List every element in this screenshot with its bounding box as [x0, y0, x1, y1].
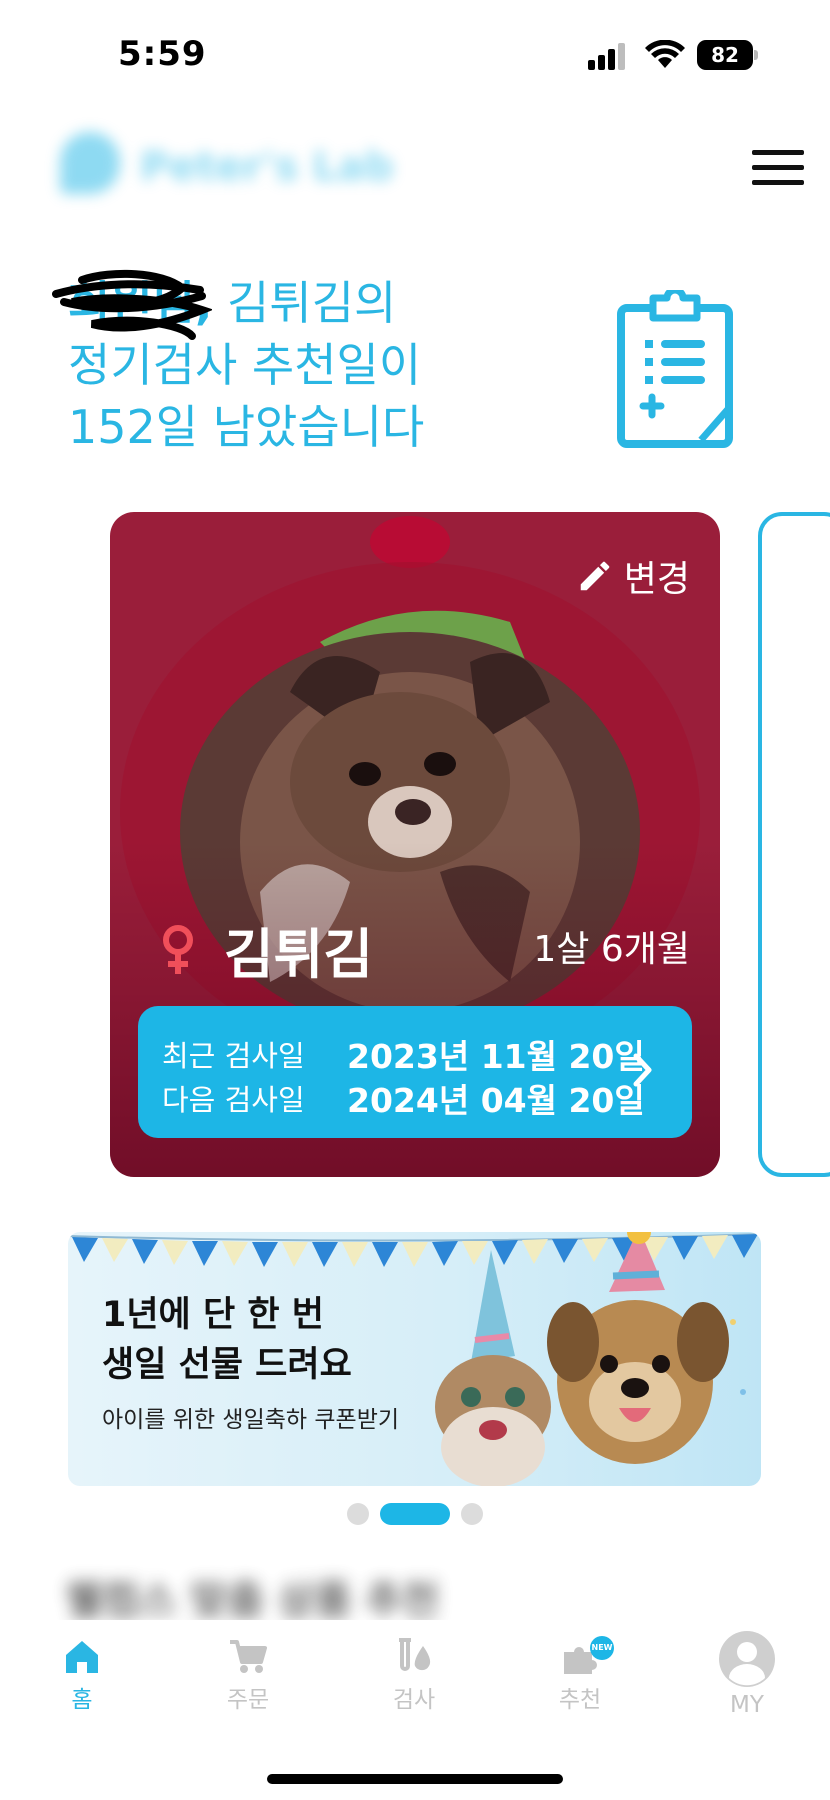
- pet-name: 김튀김: [224, 923, 374, 986]
- nav-test[interactable]: 검사: [354, 1638, 474, 1714]
- brand-name: Peter's Lab: [140, 144, 394, 190]
- pager-dot[interactable]: [461, 1503, 483, 1525]
- cart-icon: [230, 1640, 267, 1673]
- home-icon: [66, 1641, 98, 1673]
- next-exam-date: 2024년 04월 20일: [347, 1081, 645, 1120]
- nav-label-test: 검사: [392, 1687, 436, 1713]
- pet-age: 1살 6개월: [533, 929, 690, 970]
- edit-button[interactable]: 변경: [576, 550, 690, 602]
- brand-logo[interactable]: Peter's Lab: [60, 128, 400, 198]
- test-tube-icon: [399, 1638, 431, 1671]
- banner-subtitle: 아이를 위한 생일축하 쿠폰받기: [102, 1407, 400, 1433]
- nav-recommend[interactable]: NEW 추천: [520, 1636, 640, 1714]
- pager-dot-active[interactable]: [380, 1503, 450, 1525]
- banner-title-line2: 생일 선물 드려요: [102, 1345, 352, 1385]
- chevron-right-icon: [633, 1053, 652, 1087]
- cat-and-dog-party-illustration: [435, 1232, 746, 1486]
- wifi-icon: [645, 40, 685, 68]
- profile-icon: [719, 1631, 775, 1687]
- birthday-coupon-banner[interactable]: 1년에 단 한 번 생일 선물 드려요 아이를 위한 생일축하 쿠폰받기: [68, 1232, 761, 1486]
- next-exam-label: 다음 검사일: [162, 1083, 305, 1117]
- pet-card[interactable]: 변경 김튀김 1살 6개월 최근 검사일 2023년 11월 20일 다음 검사…: [110, 512, 720, 1177]
- new-badge: NEW: [590, 1636, 614, 1660]
- nav-order[interactable]: 주문: [188, 1638, 308, 1714]
- status-bar: 5:59 82: [0, 0, 830, 110]
- nav-label-home: 홈: [71, 1687, 93, 1713]
- nav-label-order: 주문: [226, 1687, 270, 1713]
- battery-icon: 82: [697, 40, 759, 70]
- female-icon: [163, 924, 193, 974]
- redaction-scribble: [52, 269, 212, 340]
- clipboard-medical-icon: [617, 290, 733, 448]
- nav-my[interactable]: MY: [687, 1630, 807, 1718]
- edit-label: 변경: [623, 559, 690, 600]
- pager-dot[interactable]: [347, 1503, 369, 1525]
- hamburger-menu-icon[interactable]: [752, 148, 806, 188]
- battery-level: 82: [697, 40, 753, 70]
- signal-icon: [588, 42, 630, 70]
- nav-home[interactable]: 홈: [22, 1638, 142, 1714]
- section-title: 웰컴스 맞춤 상품 추천: [66, 1578, 439, 1624]
- greeting-line1: 김튀김의: [212, 276, 397, 330]
- pencil-icon: [580, 561, 610, 591]
- next-pet-card[interactable]: [758, 512, 830, 1177]
- last-exam-label: 최근 검사일: [162, 1039, 305, 1073]
- banner-title-line1: 1년에 단 한 번: [102, 1295, 324, 1335]
- greeting-line3: 152일 남았습니다: [68, 400, 425, 454]
- nav-label-my: MY: [730, 1692, 764, 1718]
- status-time: 5:59: [118, 34, 207, 74]
- exam-dates-button[interactable]: 최근 검사일 2023년 11월 20일 다음 검사일 2024년 04월 20…: [138, 1006, 692, 1138]
- home-indicator: [267, 1774, 563, 1784]
- bottom-nav: 홈 주문 검사 NEW 추천 MY: [0, 1620, 830, 1800]
- nav-label-recommend: 추천: [558, 1687, 602, 1713]
- last-exam-date: 2023년 11월 20일: [347, 1037, 645, 1076]
- banner-title: 1년에 단 한 번 생일 선물 드려요: [102, 1290, 352, 1390]
